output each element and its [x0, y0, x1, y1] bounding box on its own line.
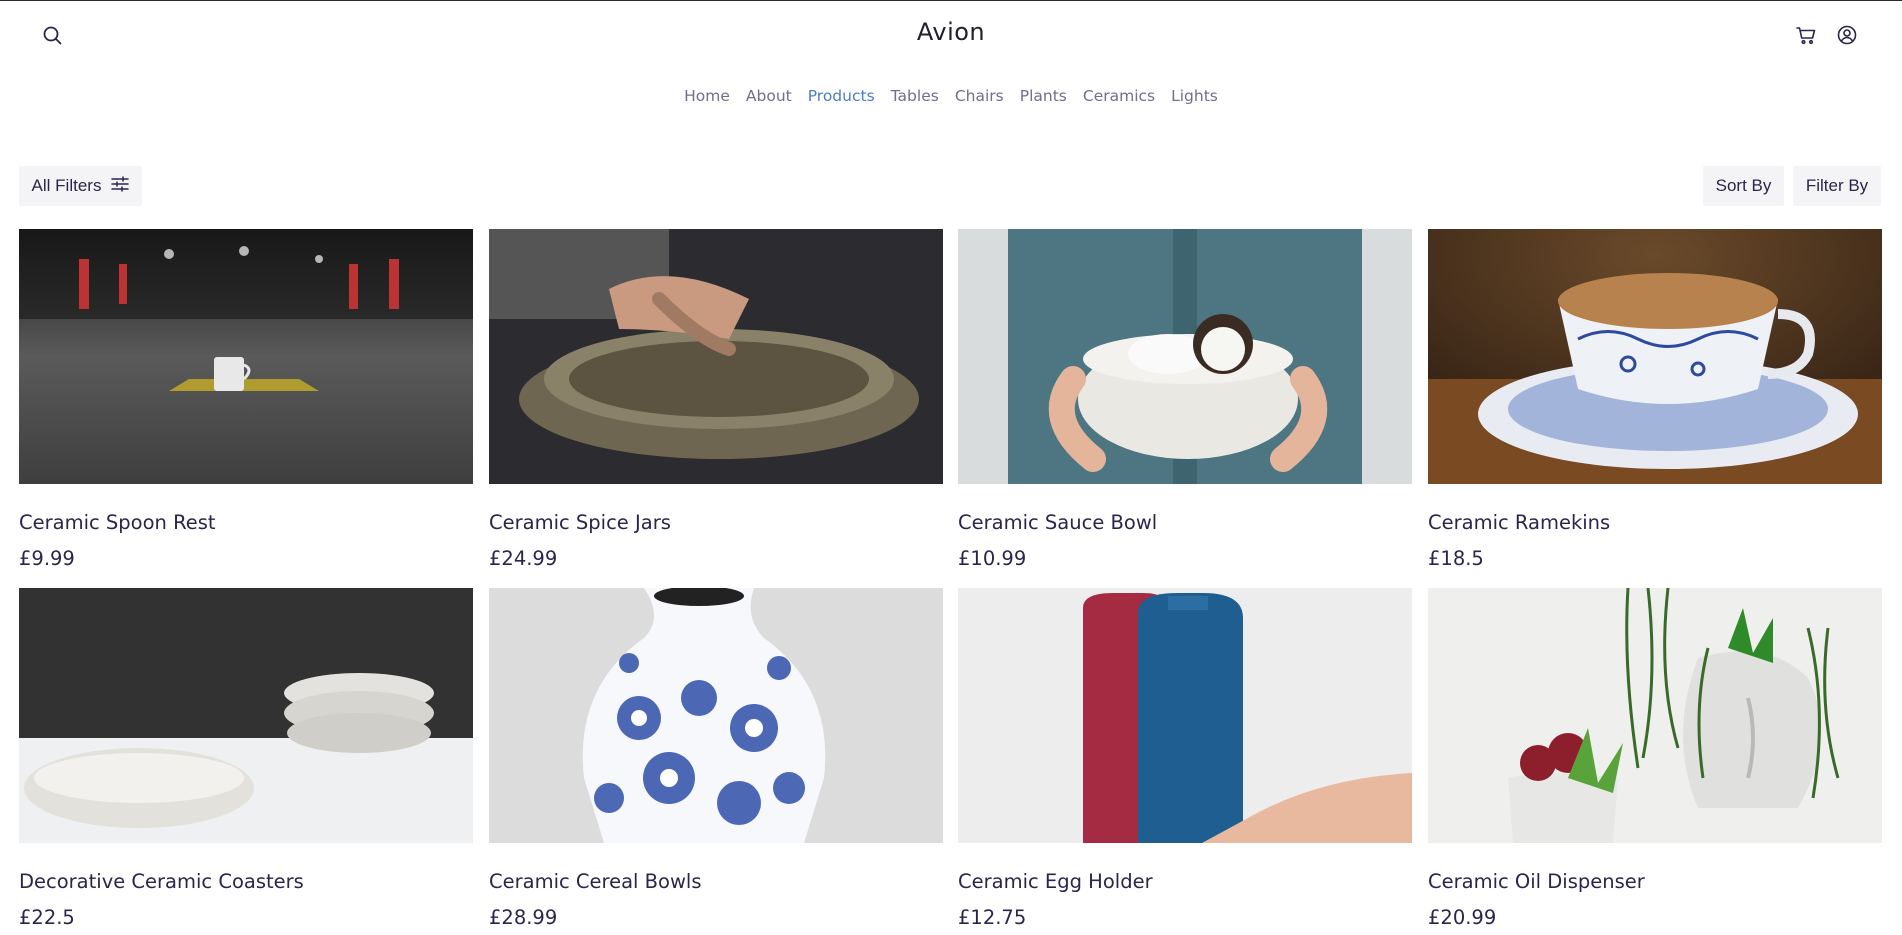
product-image[interactable] — [1428, 588, 1882, 843]
site-header: Avion — [0, 1, 1902, 69]
product-price: £20.99 — [1428, 906, 1497, 929]
product-image[interactable] — [958, 229, 1412, 484]
product-card[interactable]: Ceramic Spice Jars £24.99 — [489, 229, 943, 570]
product-card[interactable]: Ceramic Cereal Bowls £28.99 — [489, 588, 943, 929]
nav-item-plants[interactable]: Plants — [1020, 87, 1067, 105]
all-filters-label: All Filters — [31, 176, 102, 195]
sliders-icon — [111, 175, 130, 197]
product-name[interactable]: Ceramic Cereal Bowls — [489, 870, 702, 893]
product-card[interactable]: Ceramic Spoon Rest £9.99 — [19, 229, 473, 570]
cart-icon[interactable] — [1794, 23, 1818, 47]
product-image[interactable] — [958, 588, 1412, 843]
filter-by-button[interactable]: Filter By — [1793, 166, 1881, 206]
product-card[interactable]: Ceramic Sauce Bowl £10.99 — [958, 229, 1412, 570]
nav-item-home[interactable]: Home — [684, 87, 730, 105]
product-card[interactable]: Decorative Ceramic Coasters £22.5 — [19, 588, 473, 929]
product-image[interactable] — [19, 229, 473, 484]
product-name[interactable]: Ceramic Sauce Bowl — [958, 511, 1157, 534]
main-nav: Home About Products Tables Chairs Plants… — [0, 87, 1902, 105]
product-name[interactable]: Ceramic Oil Dispenser — [1428, 870, 1645, 893]
product-image[interactable] — [489, 229, 943, 484]
product-image[interactable] — [19, 588, 473, 843]
nav-item-products[interactable]: Products — [808, 87, 875, 105]
product-name[interactable]: Ceramic Ramekins — [1428, 511, 1610, 534]
product-price: £22.5 — [19, 906, 75, 929]
product-price: £12.75 — [958, 906, 1027, 929]
product-price: £10.99 — [958, 547, 1027, 570]
product-name[interactable]: Ceramic Egg Holder — [958, 870, 1153, 893]
product-card[interactable]: Ceramic Ramekins £18.5 — [1428, 229, 1882, 570]
user-circle-icon[interactable] — [1835, 23, 1859, 47]
all-filters-button[interactable]: All Filters — [19, 166, 142, 206]
product-name[interactable]: Ceramic Spice Jars — [489, 511, 671, 534]
nav-item-tables[interactable]: Tables — [891, 87, 939, 105]
product-price: £18.5 — [1428, 547, 1484, 570]
brand-logo[interactable]: Avion — [0, 18, 1902, 46]
product-image[interactable] — [489, 588, 943, 843]
sort-by-button[interactable]: Sort By — [1703, 166, 1784, 206]
product-card[interactable]: Ceramic Egg Holder £12.75 — [958, 588, 1412, 929]
nav-item-lights[interactable]: Lights — [1171, 87, 1218, 105]
nav-item-chairs[interactable]: Chairs — [955, 87, 1004, 105]
nav-item-ceramics[interactable]: Ceramics — [1083, 87, 1155, 105]
product-image[interactable] — [1428, 229, 1882, 484]
product-card[interactable]: Ceramic Oil Dispenser £20.99 — [1428, 588, 1882, 929]
product-price: £24.99 — [489, 547, 558, 570]
product-price: £9.99 — [19, 547, 75, 570]
product-name[interactable]: Decorative Ceramic Coasters — [19, 870, 304, 893]
nav-item-about[interactable]: About — [746, 87, 792, 105]
product-name[interactable]: Ceramic Spoon Rest — [19, 511, 216, 534]
product-price: £28.99 — [489, 906, 558, 929]
